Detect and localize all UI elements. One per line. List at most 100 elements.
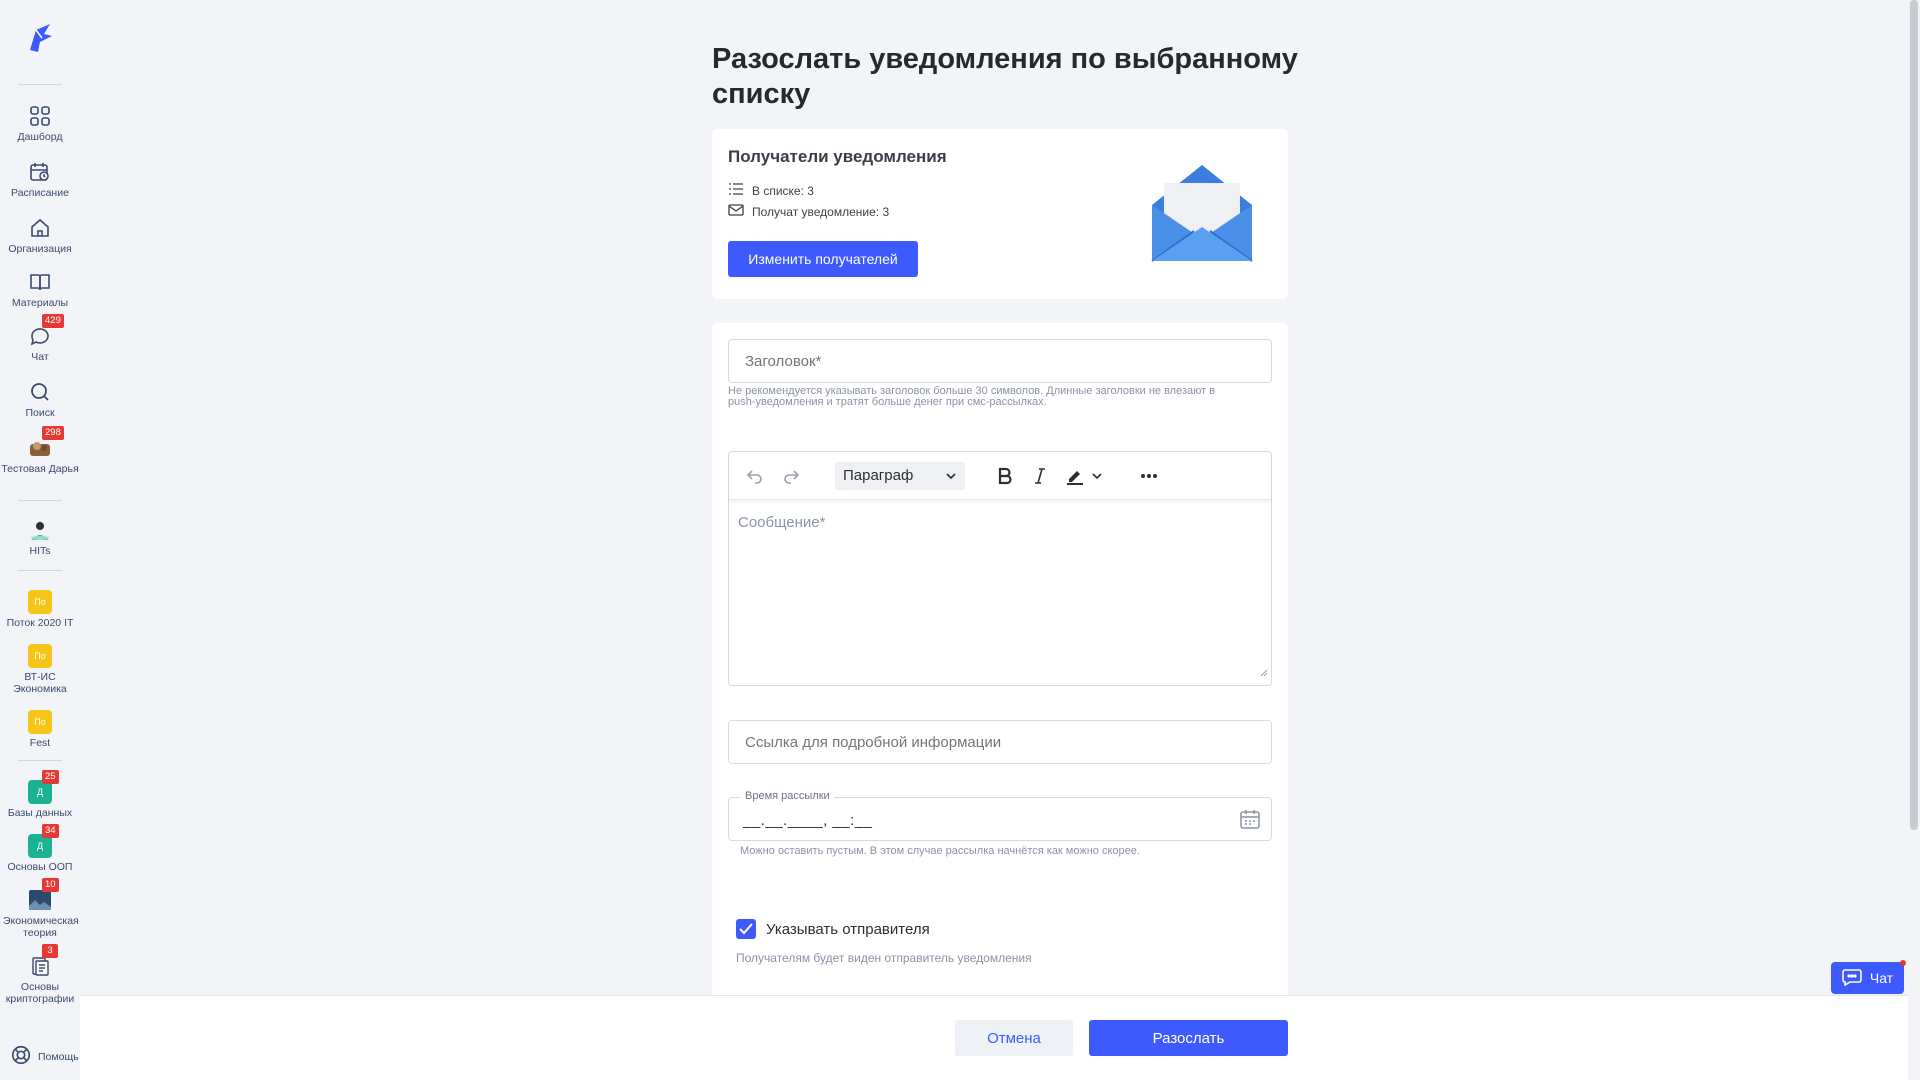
hits-avatar: [28, 518, 52, 542]
redo-icon[interactable]: [779, 464, 803, 488]
editor-toolbar: Параграф: [729, 452, 1271, 500]
sidebar-item-label: Расписание: [11, 187, 69, 199]
notification-form-card: Не рекомендуется указывать заголовок бол…: [712, 323, 1288, 1023]
sidebar-item-label: Дашборд: [17, 131, 63, 143]
highlight-color-icon[interactable]: [1063, 464, 1087, 488]
sidebar-item-databases[interactable]: Д 25 Базы данных: [0, 770, 80, 819]
mail-icon: [728, 203, 744, 220]
unread-badge: 429: [42, 314, 64, 328]
sidebar: Дашборд Расписание Организация Материалы…: [0, 0, 80, 1080]
sidebar-item-label: Поиск: [25, 407, 55, 419]
show-sender-row[interactable]: Указывать отправителя: [736, 919, 930, 939]
undo-icon[interactable]: [743, 464, 767, 488]
envelope-illustration: [1146, 157, 1258, 269]
send-time-field[interactable]: Время рассылки __.__.____, __:__: [728, 790, 1272, 841]
sidebar-item-oop[interactable]: Д 34 Основы ООП: [0, 824, 80, 873]
list-icon: [728, 182, 744, 199]
sidebar-item-fest[interactable]: По Fest: [0, 710, 80, 749]
sidebar-item-search[interactable]: Поиск: [0, 380, 80, 419]
cancel-button[interactable]: Отмена: [955, 1020, 1073, 1056]
chat-bubble-icon: [1842, 968, 1862, 989]
bold-icon[interactable]: [993, 464, 1017, 488]
book-icon: [28, 270, 52, 294]
title-hint: Не рекомендуется указывать заголовок бол…: [728, 386, 1215, 408]
recipients-in-list: В списке: 3: [728, 182, 814, 199]
in-list-text: В списке: 3: [752, 183, 814, 198]
image-avatar: 10: [28, 878, 59, 912]
doc-avatar: 3: [28, 944, 58, 978]
sidebar-item-stream-2020[interactable]: По Поток 2020 IT: [0, 590, 80, 629]
more-icon[interactable]: [1137, 464, 1161, 488]
help-link[interactable]: Помощь: [10, 1044, 79, 1069]
unread-badge: 10: [42, 878, 59, 892]
sidebar-item-vt-is[interactable]: По ВТ-ИС Экономика: [0, 644, 80, 695]
unread-badge: 298: [42, 426, 64, 440]
sidebar-item-materials[interactable]: Материалы: [0, 270, 80, 309]
lifebuoy-icon: [10, 1044, 32, 1069]
chat-widget-label: Чат: [1869, 970, 1894, 986]
send-time-mask: __.__.____, __:__: [743, 812, 873, 829]
group-avatar-initials: По: [28, 590, 52, 614]
calendar-icon[interactable]: [1239, 808, 1261, 835]
chat-widget-button[interactable]: Чат: [1831, 962, 1904, 994]
sidebar-divider: [18, 760, 62, 761]
app-logo[interactable]: [22, 20, 58, 56]
paragraph-format-select[interactable]: Параграф: [835, 462, 965, 490]
group-avatar-initials: По: [28, 710, 52, 734]
course-avatar: Д 25: [28, 770, 59, 804]
chevron-down-icon[interactable]: [1085, 464, 1109, 488]
sidebar-item-chat[interactable]: 429 Чат: [0, 314, 80, 363]
recipients-will-receive: Получат уведомление: 3: [728, 203, 889, 220]
send-time-hint: Можно оставить пустым. В этом случае рас…: [740, 845, 1140, 857]
sidebar-item-economics[interactable]: 10 Экономическая теория: [0, 878, 80, 939]
unread-badge: 25: [42, 770, 59, 784]
sidebar-item-organization[interactable]: Организация: [0, 216, 80, 255]
search-icon: [28, 380, 52, 404]
title-input[interactable]: [728, 339, 1272, 383]
course-avatar: Д 34: [28, 824, 59, 858]
change-recipients-button[interactable]: Изменить получателей: [728, 241, 918, 277]
sidebar-item-label: HITs: [29, 545, 51, 557]
recipients-card: Получатели уведомления В списке: 3 Получ…: [712, 129, 1288, 299]
sidebar-item-hits[interactable]: HITs: [0, 518, 80, 557]
group-avatar-initials: По: [28, 644, 52, 668]
sidebar-item-label: Экономическая теория: [3, 915, 79, 939]
chevron-down-icon: [945, 469, 957, 486]
sidebar-item-label: Чат: [31, 351, 49, 363]
sidebar-item-label: ВТ-ИС Экономика: [13, 671, 67, 695]
group-avatar: По: [28, 590, 52, 614]
show-sender-hint: Получателям будет виден отправитель увед…: [736, 951, 1032, 965]
resize-handle-icon[interactable]: [1260, 664, 1268, 682]
italic-icon[interactable]: [1028, 464, 1052, 488]
calendar-clock-icon: [28, 160, 52, 184]
sidebar-divider: [18, 500, 62, 501]
show-sender-checkbox[interactable]: [736, 919, 756, 939]
chat-notification-dot: [1900, 960, 1906, 966]
chat-icon: 429: [28, 314, 64, 348]
group-avatar: По: [28, 710, 52, 734]
sidebar-item-label: Основы ООП: [7, 861, 73, 873]
sidebar-item-label: Базы данных: [7, 807, 73, 819]
paragraph-format-label: Параграф: [843, 467, 914, 484]
will-receive-text: Получат уведомление: 3: [752, 204, 890, 219]
home-icon: [28, 216, 52, 240]
page-scrollbar-thumb[interactable]: [1910, 0, 1918, 830]
message-editor: Параграф Сообщение*: [728, 451, 1272, 686]
message-placeholder[interactable]: Сообщение*: [738, 514, 825, 531]
title-hint-line-2: push-уведомления и тратят больше денег п…: [728, 396, 1047, 408]
group-avatar: По: [28, 644, 52, 668]
sidebar-item-crypto[interactable]: 3 Основы криптографии: [0, 944, 80, 1005]
grid-icon: [28, 104, 52, 128]
sidebar-item-schedule[interactable]: Расписание: [0, 160, 80, 199]
send-button[interactable]: Разослать: [1089, 1020, 1288, 1056]
page-title: Разослать уведомления по выбранному спис…: [712, 43, 1298, 110]
info-link-input[interactable]: [728, 720, 1272, 764]
sidebar-item-dashboard[interactable]: Дашборд: [0, 104, 80, 143]
recipients-heading: Получатели уведомления: [728, 147, 947, 166]
sidebar-item-label: Тестовая Дарья: [1, 463, 79, 475]
sidebar-divider: [18, 570, 62, 571]
sidebar-item-label: Организация: [8, 243, 72, 255]
show-sender-label: Указывать отправителя: [766, 920, 930, 938]
send-time-label: Время рассылки: [741, 790, 834, 802]
sidebar-item-test-user[interactable]: 298 Тестовая Дарья: [0, 426, 80, 475]
